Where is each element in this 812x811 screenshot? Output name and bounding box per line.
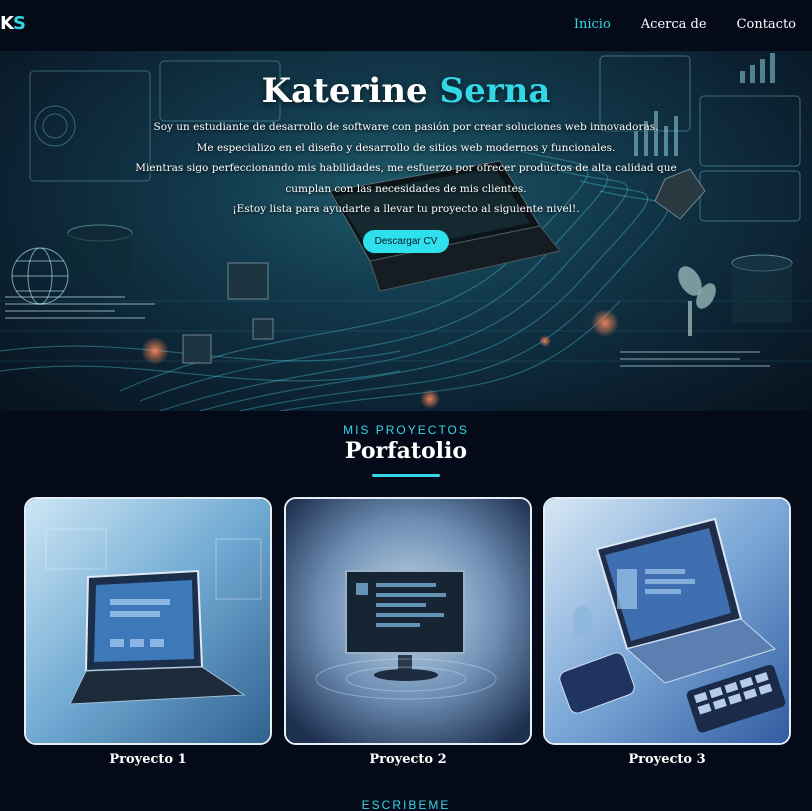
project-label-2[interactable]: Proyecto 2 — [284, 752, 532, 767]
hero-section: Katerine Serna Soy un estudiante de desa… — [0, 51, 812, 411]
hero-description-line: Soy un estudiante de desarrollo de softw… — [153, 121, 659, 133]
portfolio-title: Porfatolio — [344, 438, 468, 464]
nav-link-contacto[interactable]: Contacto — [737, 17, 796, 32]
project-3-image — [545, 499, 789, 743]
nav-links: Inicio Acerca de Contacto — [574, 17, 796, 32]
download-cv-button[interactable]: Descargar CV — [362, 229, 450, 253]
contact-subtitle: ESCRIBEME — [361, 798, 451, 811]
hero-description: Soy un estudiante de desarrollo de softw… — [0, 117, 812, 220]
portfolio-subtitle: MIS PROYECTOS — [343, 423, 469, 437]
hero-name-last: Serna — [439, 71, 551, 111]
hero-name-first: Katerine — [261, 71, 428, 111]
logo[interactable]: KS — [0, 13, 26, 34]
title-underline — [372, 474, 440, 477]
hero-description-line: cumplan con las necesidades de mis clien… — [285, 182, 527, 195]
project-card-1[interactable] — [24, 497, 272, 745]
logo-letter-s: S — [12, 13, 26, 34]
hero-description-line: Me especializo en el diseño y desarrollo… — [196, 141, 616, 154]
hero-content: Katerine Serna Soy un estudiante de desa… — [0, 51, 812, 253]
project-card-3[interactable] — [543, 497, 791, 745]
project-card-2[interactable] — [284, 497, 532, 745]
hero-title: Katerine Serna — [0, 71, 812, 111]
project-label-1[interactable]: Proyecto 1 — [24, 752, 272, 767]
project-1-image — [26, 499, 270, 743]
logo-letter-k: K — [0, 13, 14, 34]
project-2-image — [286, 499, 530, 743]
project-label-3[interactable]: Proyecto 3 — [543, 752, 791, 767]
nav-link-inicio[interactable]: Inicio — [574, 17, 611, 32]
nav-link-acerca-de[interactable]: Acerca de — [641, 17, 707, 32]
top-navbar: KS Inicio Acerca de Contacto — [0, 0, 812, 51]
hero-description-line: Mientras sigo perfeccionando mis habilid… — [135, 162, 677, 174]
hero-description-line: ¡Estoy lista para ayudarte a llevar tu p… — [232, 203, 580, 215]
